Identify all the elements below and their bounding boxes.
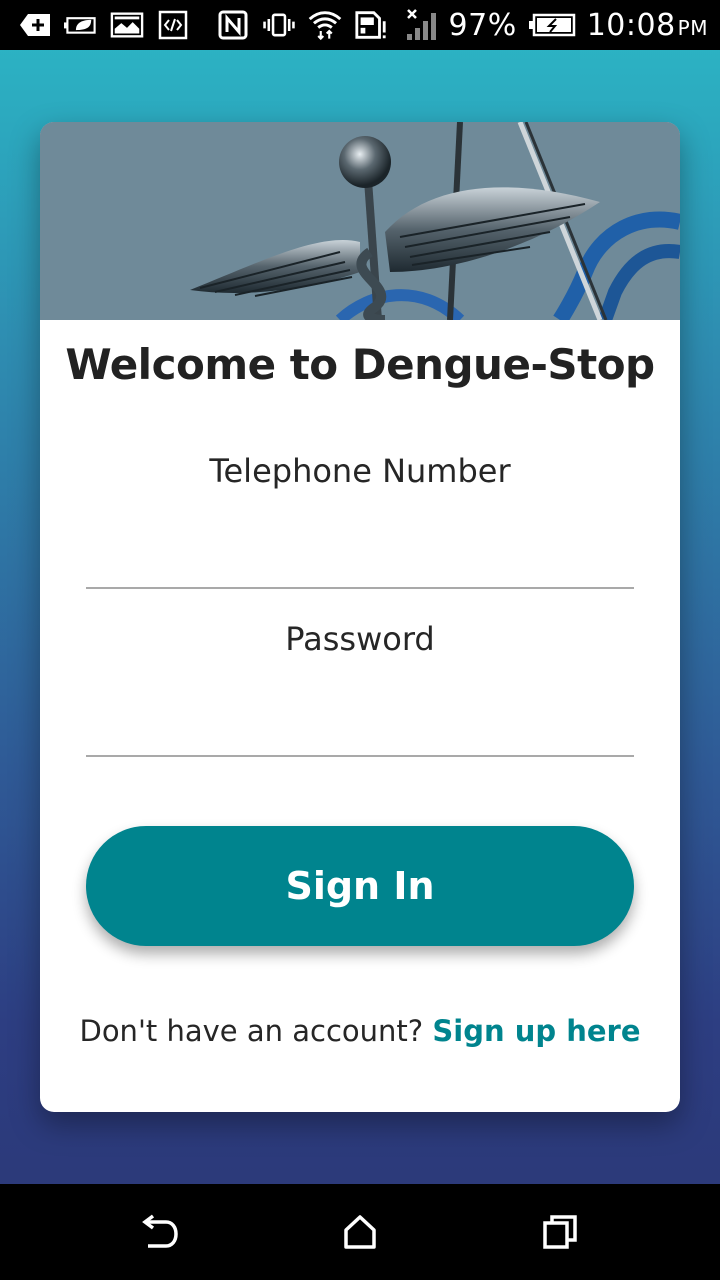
battery-percent: 97% [448,7,517,43]
home-button[interactable] [320,1192,400,1272]
nfc-icon [216,10,250,40]
signup-prompt: Don't have an account? [79,1014,433,1048]
login-card: Welcome to Dengue-Stop Telephone Number … [40,122,680,1112]
back-button[interactable] [120,1192,200,1272]
recents-button[interactable] [520,1192,600,1272]
wifi-icon [308,10,342,41]
home-icon [344,1215,376,1249]
clock-time: 10:08 [586,7,676,43]
telephone-input[interactable] [86,529,634,589]
signup-row: Don't have an account? Sign up here [40,1014,680,1048]
sd-card-alert-icon [354,10,388,40]
leaf-battery-icon [64,10,98,40]
vibrate-icon [262,10,296,40]
navigation-bar [0,1184,720,1280]
telephone-label: Telephone Number [209,452,511,490]
back-icon [142,1214,178,1248]
welcome-title: Welcome to Dengue-Stop [65,340,655,389]
recents-icon [543,1215,577,1249]
code-icon [156,10,190,40]
gallery-icon [110,10,144,40]
password-label: Password [285,620,435,658]
add-box-icon [18,10,52,40]
sign-up-link[interactable]: Sign up here [432,1014,640,1048]
status-bar: 97% 10:08 PM [0,0,720,50]
status-bar-system: 97% 10:08 PM [405,8,708,43]
caduceus-banner-image [40,122,680,320]
password-input[interactable] [86,697,634,757]
clock-ampm: PM [677,15,708,40]
status-bar-notifications [18,10,388,41]
battery-charging-icon [527,10,577,40]
clock: 10:08 PM [587,8,708,43]
sign-in-button[interactable]: Sign In [86,826,634,946]
no-signal-icon [405,9,439,40]
